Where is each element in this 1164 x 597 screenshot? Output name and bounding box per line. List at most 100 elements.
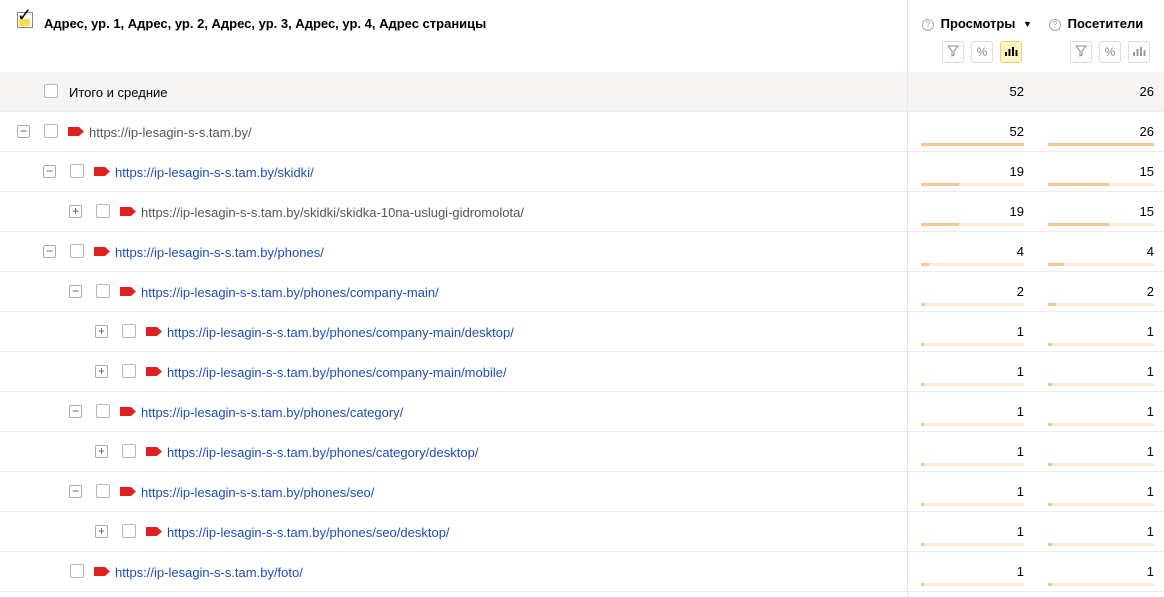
table-row[interactable]: − https://ip-lesagin-s-s.tam.by/phones/se… (0, 472, 1164, 512)
expand-icon[interactable]: + (69, 205, 82, 218)
collapse-icon[interactable]: − (69, 285, 82, 298)
views-bar-track (921, 263, 1024, 266)
filter-icon[interactable] (1070, 41, 1092, 63)
collapse-icon[interactable]: − (43, 245, 56, 258)
table-row[interactable]: − https://ip-lesagin-s-s.tam.by/phones/co… (0, 272, 1164, 312)
table-row[interactable]: − https://ip-lesagin-s-s.tam.by/phones/4 4 (0, 232, 1164, 272)
row-url-link[interactable]: https://ip-lesagin-s-s.tam.by/phones/com… (141, 285, 439, 300)
table-header: ✓ Адрес, ур. 1, Адрес, ур. 2, Адрес, ур.… (0, 0, 1164, 597)
views-bar-track (921, 383, 1024, 386)
url-tag-icon (120, 287, 136, 296)
visitors-bar-track (1048, 263, 1154, 266)
metric-header-visitors: ? Посетители % (1049, 0, 1164, 72)
views-bar (921, 423, 924, 426)
visitors-value: 1 (1146, 444, 1154, 459)
table-row[interactable]: + https://ip-lesagin-s-s.tam.by/skidki/sk… (0, 192, 1164, 232)
visitors-bar (1048, 143, 1154, 146)
visitors-bar-track (1048, 143, 1154, 146)
table-row[interactable]: + https://ip-lesagin-s-s.tam.by/phones/ca… (0, 432, 1164, 472)
views-bar (921, 583, 924, 586)
visitors-bar (1048, 543, 1052, 546)
column-divider (907, 312, 908, 352)
row-url-link[interactable]: https://ip-lesagin-s-s.tam.by/skidki/ (115, 165, 314, 180)
row-checkbox[interactable] (70, 164, 84, 178)
totals-views: 52 (1009, 84, 1024, 99)
row-checkbox[interactable] (96, 284, 110, 298)
row-url-link[interactable]: https://ip-lesagin-s-s.tam.by/skidki/ski… (141, 205, 524, 220)
url-tag-icon (94, 167, 110, 176)
percent-icon[interactable]: % (971, 41, 993, 63)
views-bar (921, 263, 929, 266)
row-url-link[interactable]: https://ip-lesagin-s-s.tam.by/phones/com… (167, 365, 507, 380)
help-icon[interactable]: ? (1049, 19, 1061, 31)
visitors-value: 1 (1146, 404, 1154, 419)
expand-icon[interactable]: + (95, 365, 108, 378)
column-divider (907, 432, 908, 472)
row-checkbox[interactable] (122, 524, 136, 538)
row-checkbox[interactable] (70, 564, 84, 578)
metric-title-visitors[interactable]: Посетители (1068, 16, 1144, 31)
views-bar-track (921, 343, 1024, 346)
visitors-value: 26 (1139, 124, 1154, 139)
table-row[interactable]: − https://ip-lesagin-s-s.tam.by/skidki/19… (0, 152, 1164, 192)
url-tag-icon (94, 567, 110, 576)
views-bar-track (921, 303, 1024, 306)
table-row[interactable]: − https://ip-lesagin-s-s.tam.by/phones/ca… (0, 392, 1164, 432)
row-url-link[interactable]: https://ip-lesagin-s-s.tam.by/phones/com… (167, 325, 514, 340)
views-value: 19 (1009, 204, 1024, 219)
expand-icon[interactable]: + (95, 445, 108, 458)
views-bar (921, 463, 924, 466)
table-row[interactable]: https://ip-lesagin-s-s.tam.by/foto/1 1 (0, 552, 1164, 592)
views-bar-track (921, 183, 1024, 186)
row-checkbox[interactable] (96, 404, 110, 418)
views-value: 4 (1016, 244, 1024, 259)
row-url-link[interactable]: https://ip-lesagin-s-s.tam.by/phones/cat… (141, 405, 403, 420)
row-checkbox[interactable] (44, 124, 58, 138)
visitors-bar (1048, 263, 1064, 266)
collapse-icon[interactable]: − (17, 125, 30, 138)
views-value: 19 (1009, 164, 1024, 179)
views-bar (921, 383, 924, 386)
row-checkbox[interactable] (122, 364, 136, 378)
sort-desc-icon[interactable]: ▼ (1023, 19, 1032, 29)
table-row[interactable]: + https://ip-lesagin-s-s.tam.by/phones/co… (0, 312, 1164, 352)
row-checkbox[interactable] (122, 444, 136, 458)
totals-row: Итого и средние 52 26 (0, 72, 1164, 112)
filter-icon[interactable] (942, 41, 964, 63)
metric-title-views[interactable]: Просмотры (941, 16, 1016, 31)
table-row[interactable]: − https://ip-lesagin-s-s.tam.by/52 26 (0, 112, 1164, 152)
row-url-link[interactable]: https://ip-lesagin-s-s.tam.by/phones/cat… (167, 445, 478, 460)
visitors-value: 1 (1146, 564, 1154, 579)
bar-chart-icon[interactable] (1128, 41, 1150, 63)
bar-chart-icon[interactable] (1000, 41, 1022, 63)
visitors-bar-track (1048, 463, 1154, 466)
column-divider (907, 272, 908, 312)
collapse-icon[interactable]: − (43, 165, 56, 178)
visitors-bar-track (1048, 343, 1154, 346)
row-url-link[interactable]: https://ip-lesagin-s-s.tam.by/phones/seo… (167, 525, 450, 540)
totals-visitors: 26 (1139, 84, 1154, 99)
expand-icon[interactable]: + (95, 325, 108, 338)
views-bar (921, 303, 925, 306)
table-row[interactable]: + https://ip-lesagin-s-s.tam.by/phones/se… (0, 512, 1164, 552)
row-url-link[interactable]: https://ip-lesagin-s-s.tam.by/phones/seo… (141, 485, 374, 500)
views-bar-track (921, 463, 1024, 466)
row-url-link[interactable]: https://ip-lesagin-s-s.tam.by/foto/ (115, 565, 303, 580)
collapse-icon[interactable]: − (69, 405, 82, 418)
row-checkbox[interactable] (96, 204, 110, 218)
expand-icon[interactable]: + (95, 525, 108, 538)
row-checkbox[interactable] (96, 484, 110, 498)
totals-checkbox[interactable] (44, 84, 58, 98)
select-all-checkbox[interactable]: ✓ (17, 6, 33, 28)
row-checkbox[interactable] (70, 244, 84, 258)
row-url-link[interactable]: https://ip-lesagin-s-s.tam.by/ (89, 125, 252, 140)
row-url-link[interactable]: https://ip-lesagin-s-s.tam.by/phones/ (115, 245, 324, 260)
table-row[interactable]: + https://ip-lesagin-s-s.tam.by/phones/co… (0, 352, 1164, 392)
dimension-title[interactable]: Адрес, ур. 1, Адрес, ур. 2, Адрес, ур. 3… (44, 16, 486, 31)
collapse-icon[interactable]: − (69, 485, 82, 498)
help-icon[interactable]: ? (922, 19, 934, 31)
url-tag-icon (146, 327, 162, 336)
row-checkbox[interactable] (122, 324, 136, 338)
percent-icon[interactable]: % (1099, 41, 1121, 63)
views-value: 1 (1016, 404, 1024, 419)
